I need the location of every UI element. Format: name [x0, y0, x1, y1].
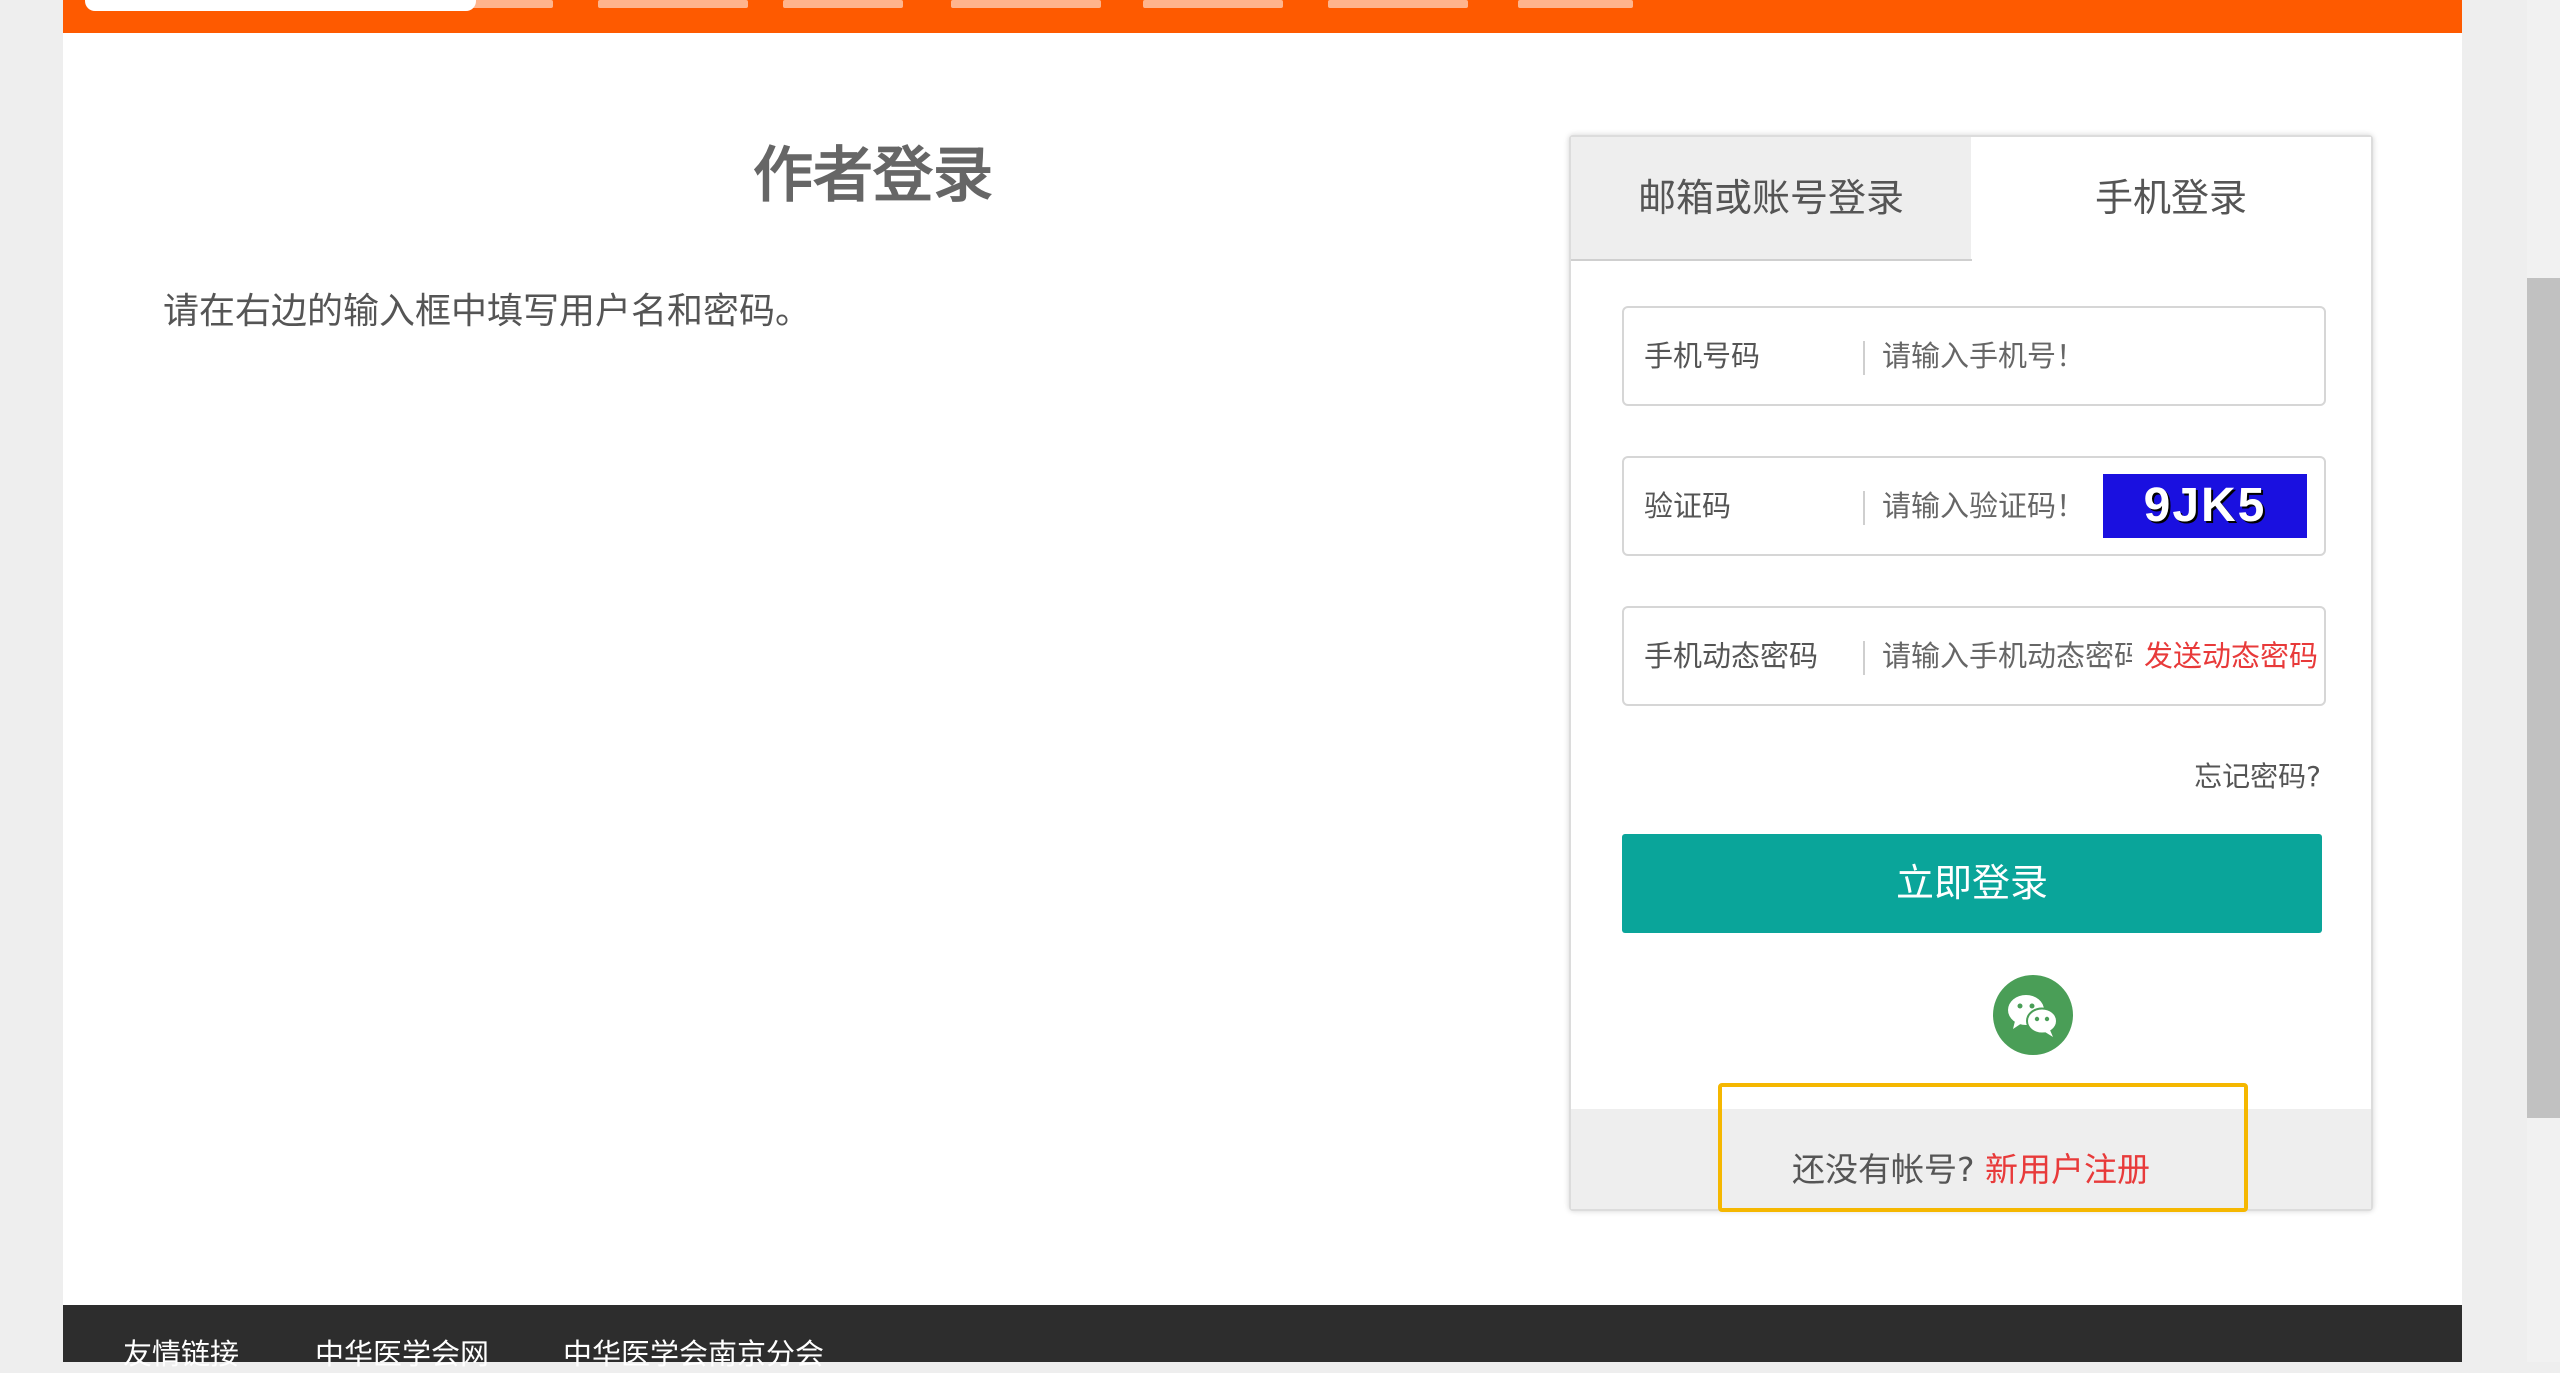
- nav-item-6[interactable]: [1143, 0, 1283, 8]
- phone-field: 手机号码: [1622, 306, 2326, 406]
- field-divider: [1863, 341, 1865, 375]
- phone-label: 手机号码: [1644, 339, 1761, 373]
- captcha-field: 验证码 9JK5: [1622, 456, 2326, 556]
- nav-item-4[interactable]: [783, 0, 903, 8]
- field-divider: [1863, 641, 1865, 675]
- page-footer: 友情链接 中华医学会网 中华医学会南京分会: [63, 1305, 2462, 1371]
- highlight-box: [1718, 1083, 2248, 1212]
- field-divider: [1863, 491, 1865, 525]
- sms-code-field: 手机动态密码 发送动态密码: [1622, 606, 2326, 706]
- sms-code-label: 手机动态密码: [1644, 639, 1819, 673]
- send-code-button[interactable]: 发送动态密码: [2144, 608, 2318, 704]
- nav-item-1[interactable]: [328, 0, 398, 8]
- captcha-label: 验证码: [1644, 489, 1732, 523]
- nav-item-2[interactable]: [438, 0, 553, 8]
- instruction-text: 请在右边的输入框中填写用户名和密码。: [163, 291, 812, 332]
- search-box[interactable]: [85, 0, 476, 11]
- login-button[interactable]: 立即登录: [1622, 834, 2322, 933]
- nav-item-3[interactable]: [598, 0, 748, 8]
- footer-link-cma-nanjing[interactable]: 中华医学会南京分会: [563, 1331, 824, 1373]
- tab-phone-login[interactable]: 手机登录: [1971, 137, 2371, 259]
- wechat-login-icon[interactable]: [1993, 975, 2073, 1055]
- nav-item-8[interactable]: [1518, 0, 1633, 8]
- tab-email-login[interactable]: 邮箱或账号登录: [1571, 137, 1972, 261]
- login-panel: 邮箱或账号登录 手机登录 手机号码 验证码 9JK5 手机动态密码 发送动态密码…: [1569, 135, 2373, 1211]
- nav-item-5[interactable]: [951, 0, 1101, 8]
- page-title: 作者登录: [753, 141, 993, 211]
- scrollbar-thumb[interactable]: [2527, 278, 2560, 1118]
- friend-links-heading: 友情链接: [123, 1337, 240, 1371]
- footer-link-cma[interactable]: 中华医学会网: [315, 1331, 489, 1373]
- top-navigation-bar: [63, 0, 2462, 33]
- sms-code-input[interactable]: [1882, 630, 2132, 682]
- vertical-scrollbar[interactable]: [2527, 0, 2560, 1362]
- captcha-input[interactable]: [1882, 480, 2092, 532]
- forgot-password-link[interactable]: 忘记密码?: [2194, 755, 2321, 795]
- captcha-image[interactable]: 9JK5: [2103, 474, 2307, 538]
- nav-item-7[interactable]: [1328, 0, 1468, 8]
- phone-input[interactable]: [1882, 330, 2302, 382]
